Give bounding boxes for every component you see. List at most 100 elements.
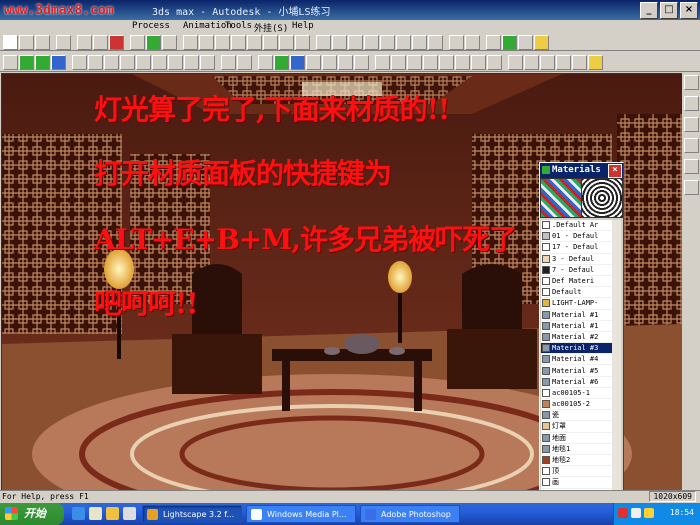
mesh2-icon[interactable]	[487, 54, 502, 70]
task-lightscape[interactable]: Lightscape 3.2 f...	[142, 505, 242, 523]
shade-icon[interactable]	[274, 54, 289, 70]
materials-panel[interactable]: Materials × .Default Ar 01 - Defaul 17 - D…	[539, 162, 624, 504]
orbit-icon[interactable]	[332, 34, 347, 50]
material-list-item[interactable]: 顶	[541, 466, 612, 478]
wire-icon[interactable]	[51, 54, 66, 70]
z-axis-icon[interactable]	[136, 54, 151, 70]
zx-axis-icon[interactable]	[184, 54, 199, 70]
texture-icon[interactable]	[290, 54, 305, 70]
doc-5-icon[interactable]	[572, 54, 587, 70]
tray-antivirus-icon[interactable]	[618, 508, 628, 518]
doc-3-icon[interactable]	[540, 54, 555, 70]
material-list-item[interactable]: Material #1	[541, 321, 612, 332]
cube-2-icon[interactable]	[199, 34, 214, 50]
material-preview-texture[interactable]	[582, 179, 622, 217]
mesh-icon[interactable]	[322, 54, 337, 70]
maximize-button[interactable]: □	[660, 2, 678, 19]
materials-scrollbar[interactable]	[612, 220, 621, 490]
material-list-item[interactable]: Material #6	[541, 377, 612, 388]
tray-volume-icon[interactable]	[644, 508, 654, 518]
cube-4-icon[interactable]	[231, 34, 246, 50]
pointer-icon[interactable]	[423, 54, 438, 70]
cube-6-icon[interactable]	[263, 34, 278, 50]
doc-icon[interactable]	[508, 54, 523, 70]
cube-5-icon[interactable]	[247, 34, 262, 50]
material-list-item[interactable]: Def Materi	[541, 276, 612, 288]
side-tool-3-icon[interactable]	[684, 117, 699, 132]
select-icon[interactable]	[221, 54, 236, 70]
move-icon[interactable]	[380, 34, 395, 50]
grid-icon[interactable]	[391, 54, 406, 70]
yz-axis-icon[interactable]	[168, 54, 183, 70]
tool-icon[interactable]	[93, 34, 108, 50]
smooth-icon[interactable]	[306, 54, 321, 70]
side-tool-4-icon[interactable]	[684, 138, 699, 153]
x-axis-icon[interactable]	[104, 54, 119, 70]
material-list-item[interactable]: .Default Ar	[541, 220, 612, 232]
list-icon[interactable]	[486, 34, 501, 50]
material-list-item[interactable]: 画	[541, 477, 612, 489]
material-list-item[interactable]: Default	[541, 287, 612, 299]
walk-icon[interactable]	[130, 34, 145, 50]
ortho-icon[interactable]	[407, 54, 422, 70]
material-list-item[interactable]: 17 - Defaul	[541, 242, 612, 254]
eye-icon[interactable]	[316, 34, 331, 50]
quicklaunch-desktop-icon[interactable]	[89, 507, 102, 520]
material-icon[interactable]	[471, 54, 486, 70]
materials-panel-header[interactable]: Materials ×	[540, 163, 623, 178]
tray-network-icon[interactable]	[631, 508, 641, 518]
rotate-axis-icon[interactable]	[88, 54, 103, 70]
close-button[interactable]: ×	[680, 2, 698, 19]
material-list-item[interactable]: Material #2	[541, 332, 612, 344]
menu-process[interactable]: Process	[132, 21, 170, 31]
material-list-item[interactable]: 地毯2	[541, 455, 612, 467]
doc-4-icon[interactable]	[556, 54, 571, 70]
materials-list[interactable]: .Default Ar 01 - Defaul 17 - Defaul 3 - Def…	[541, 220, 612, 490]
block-icon[interactable]	[338, 54, 353, 70]
photometry-icon[interactable]	[455, 54, 470, 70]
material-list-item[interactable]: ac00105-1	[541, 388, 612, 399]
material-list-item[interactable]: LIGHT-LAMP-	[541, 298, 612, 310]
surface-icon[interactable]	[19, 54, 34, 70]
cube-icon[interactable]	[183, 34, 198, 50]
start-button[interactable]: 开始	[0, 503, 64, 525]
menu-tools[interactable]: Tools	[225, 21, 252, 31]
side-tool-icon[interactable]	[684, 75, 699, 90]
task-photoshop[interactable]: Adobe Photoshop	[360, 505, 460, 523]
material-list-item[interactable]: Material #1	[541, 310, 612, 321]
cube-3-icon[interactable]	[215, 34, 230, 50]
process-icon[interactable]	[518, 34, 533, 50]
pan-icon[interactable]	[348, 34, 363, 50]
doc-2-icon[interactable]	[524, 54, 539, 70]
material-list-item[interactable]: 01 - Defaul	[541, 231, 612, 243]
solid-icon[interactable]	[35, 54, 50, 70]
snap-icon[interactable]	[375, 54, 390, 70]
close-icon[interactable]: ×	[608, 164, 622, 178]
task-windows-media[interactable]: Windows Media Pl...	[246, 505, 356, 523]
open-icon[interactable]	[19, 34, 34, 50]
print-icon[interactable]	[77, 34, 92, 50]
group-icon[interactable]	[237, 54, 252, 70]
quicklaunch-folder-icon[interactable]	[106, 507, 119, 520]
layer-icon[interactable]	[3, 54, 18, 70]
material-list-item[interactable]: 瓷	[541, 410, 612, 422]
fly-icon[interactable]	[162, 34, 177, 50]
side-tool-6-icon[interactable]	[684, 180, 699, 195]
y-axis-icon[interactable]	[120, 54, 135, 70]
sun-icon[interactable]	[354, 54, 369, 70]
render-icon[interactable]	[502, 34, 517, 50]
menu-help[interactable]: Help	[292, 21, 314, 31]
dolly-icon[interactable]	[396, 34, 411, 50]
quicklaunch-media-icon[interactable]	[123, 507, 136, 520]
rotate-icon[interactable]	[412, 34, 427, 50]
light-icon[interactable]	[534, 34, 549, 50]
quicklaunch-ie-icon[interactable]	[72, 507, 85, 520]
material-list-item[interactable]: 灯罩	[541, 421, 612, 433]
move-axis-icon[interactable]	[72, 54, 87, 70]
material-list-item[interactable]: Material #5	[541, 365, 612, 377]
material-list-item[interactable]: 地毯1	[541, 444, 612, 455]
reset-icon[interactable]	[428, 34, 443, 50]
material-list-item[interactable]: 3 - Defaul	[541, 254, 612, 265]
menu-plugins[interactable]: 外挂(S)	[254, 21, 288, 34]
save-icon[interactable]	[35, 34, 50, 50]
